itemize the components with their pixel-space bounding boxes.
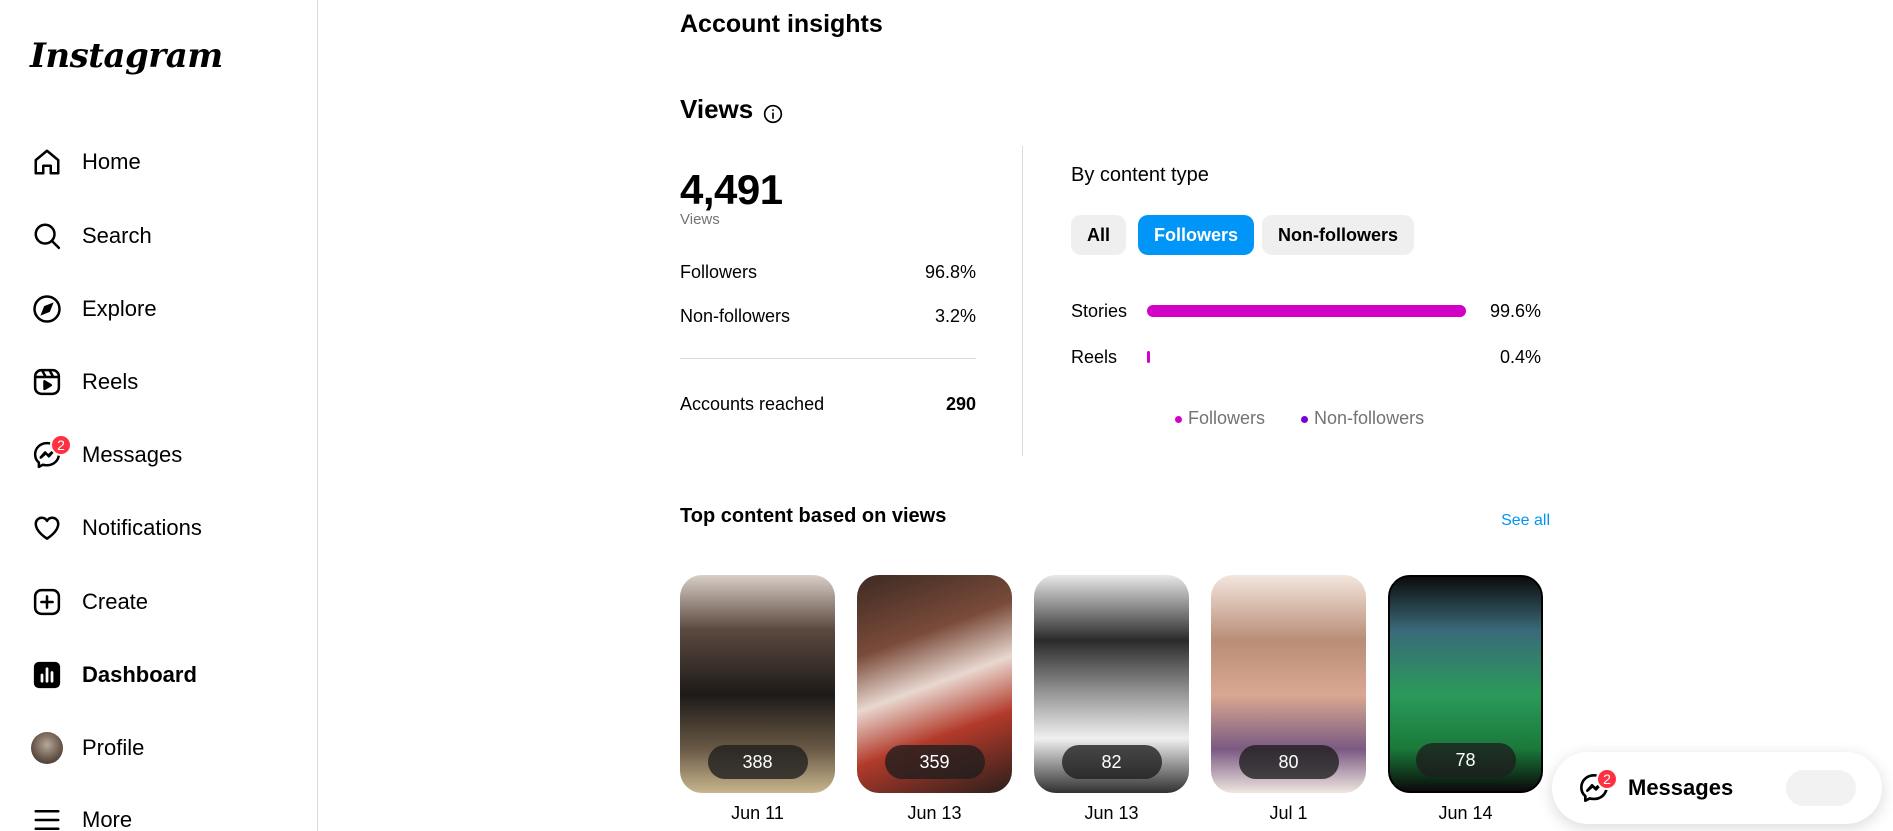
- pill-non-followers[interactable]: Non-followers: [1262, 215, 1414, 255]
- bar-fill: [1147, 305, 1466, 317]
- sidebar-item-more[interactable]: More: [30, 796, 132, 831]
- nonfollowers-value: 3.2%: [934, 306, 976, 326]
- legend-label: Non-followers: [1314, 408, 1425, 428]
- sidebar-item-notifications[interactable]: Notifications: [30, 504, 202, 552]
- sidebar-item-messages[interactable]: 2 Messages: [30, 431, 182, 479]
- pill-followers[interactable]: Followers: [1138, 215, 1255, 255]
- nonfollowers-stat: Non-followers 3.2%: [680, 306, 976, 327]
- view-count-pill: 82: [1061, 745, 1162, 779]
- content-thumbnail[interactable]: 82: [1034, 575, 1189, 793]
- avatar-stack: [1786, 770, 1856, 806]
- plus-square-icon: [30, 585, 64, 619]
- legend-item-followers: Followers: [1175, 408, 1265, 429]
- sidebar-item-home[interactable]: Home: [30, 138, 141, 186]
- bar-label: Stories: [1071, 300, 1128, 321]
- content-date: Jun 13: [1084, 803, 1139, 823]
- content-thumbnail[interactable]: 80: [1211, 575, 1366, 793]
- followers-value: 96.8%: [924, 262, 976, 282]
- sidebar-item-reels[interactable]: Reels: [30, 358, 138, 406]
- bar-fill: [1147, 351, 1150, 363]
- views-total-label: Views: [680, 211, 720, 228]
- content-date: Jun 14: [1438, 803, 1493, 823]
- messenger-icon: 2: [30, 434, 72, 472]
- search-icon: [30, 219, 64, 253]
- bar-value: 0.4%: [1499, 346, 1541, 367]
- chart-legend: Followers Non-followers: [1175, 408, 1424, 429]
- accounts-reached-stat: Accounts reached 290: [680, 394, 976, 415]
- sidebar-item-create[interactable]: Create: [30, 578, 148, 626]
- divider: [680, 358, 976, 359]
- sidebar-item-label: Home: [82, 149, 141, 174]
- page-title: Account insights: [680, 10, 883, 38]
- reels-icon: [30, 365, 64, 399]
- sidebar-item-label: Notifications: [82, 515, 202, 540]
- content-thumbnail[interactable]: 388: [680, 575, 835, 793]
- views-heading: Views: [680, 94, 783, 125]
- views-title: Views: [680, 94, 754, 124]
- by-content-type-title: By content type: [1071, 164, 1209, 186]
- bar-track: [1147, 351, 1467, 363]
- menu-icon: [30, 803, 64, 831]
- info-icon[interactable]: [763, 100, 783, 123]
- vertical-divider: [1022, 146, 1023, 456]
- messages-badge: 2: [1596, 768, 1618, 790]
- content-thumbnail[interactable]: 78: [1388, 575, 1543, 793]
- followers-label: Followers: [680, 262, 758, 282]
- views-total: 4,491: [680, 166, 783, 213]
- pill-all[interactable]: All: [1071, 215, 1127, 255]
- sidebar-item-label: Create: [82, 589, 149, 614]
- legend-dot: [1301, 415, 1309, 423]
- sidebar-item-label: Profile: [82, 735, 145, 760]
- sidebar-item-search[interactable]: Search: [30, 212, 152, 260]
- legend-dot: [1175, 415, 1182, 423]
- floating-messages-button[interactable]: 2 Messages: [1552, 752, 1882, 824]
- sidebar-item-label: More: [82, 807, 133, 831]
- sidebar-item-label: Reels: [82, 369, 139, 394]
- view-count-pill: 80: [1238, 745, 1339, 779]
- sidebar: Instagram Home Search Explore Reels 2 Me…: [0, 0, 318, 831]
- content-date: Jun 13: [907, 803, 962, 823]
- sidebar-item-label: Explore: [82, 296, 157, 321]
- legend-item-non-followers: Non-followers: [1301, 408, 1424, 429]
- compass-icon: [30, 292, 64, 326]
- sidebar-item-label: Messages: [82, 442, 183, 467]
- bar-chart-icon: [30, 658, 64, 692]
- view-count-pill: 359: [884, 745, 985, 779]
- sidebar-item-dashboard[interactable]: Dashboard: [30, 651, 197, 699]
- sidebar-item-label: Dashboard: [82, 662, 197, 687]
- bar-value: 99.6%: [1489, 300, 1541, 321]
- accounts-reached-value: 290: [945, 394, 976, 414]
- instagram-logo[interactable]: Instagram: [30, 36, 223, 76]
- view-count-pill: 388: [707, 745, 808, 779]
- view-count-pill: 78: [1415, 743, 1516, 777]
- bar-track: [1147, 305, 1467, 317]
- see-all-link[interactable]: See all: [1501, 512, 1550, 530]
- content-date: Jun 11: [731, 803, 784, 823]
- content-date: Jul 1: [1269, 803, 1308, 823]
- sidebar-item-label: Search: [82, 223, 152, 248]
- avatar-wrap: [30, 731, 64, 765]
- nonfollowers-label: Non-followers: [680, 306, 791, 326]
- bar-row-reels: Reels 0.4%: [1071, 345, 1541, 369]
- messages-badge: 2: [50, 434, 72, 456]
- bar-row-stories: Stories 99.6%: [1071, 299, 1541, 323]
- legend-label: Followers: [1188, 408, 1266, 428]
- followers-stat: Followers 96.8%: [680, 262, 976, 283]
- home-icon: [30, 145, 64, 179]
- avatar: [31, 732, 63, 764]
- sidebar-item-profile[interactable]: Profile: [30, 724, 144, 772]
- floating-messages-label: Messages: [1628, 775, 1734, 800]
- messenger-icon: 2: [1578, 768, 1618, 804]
- heart-icon: [30, 511, 64, 545]
- content-thumbnail[interactable]: 359: [857, 575, 1012, 793]
- sidebar-item-explore[interactable]: Explore: [30, 285, 157, 333]
- top-content-title: Top content based on views: [680, 505, 947, 527]
- accounts-reached-label: Accounts reached: [680, 394, 825, 414]
- bar-label: Reels: [1071, 346, 1118, 367]
